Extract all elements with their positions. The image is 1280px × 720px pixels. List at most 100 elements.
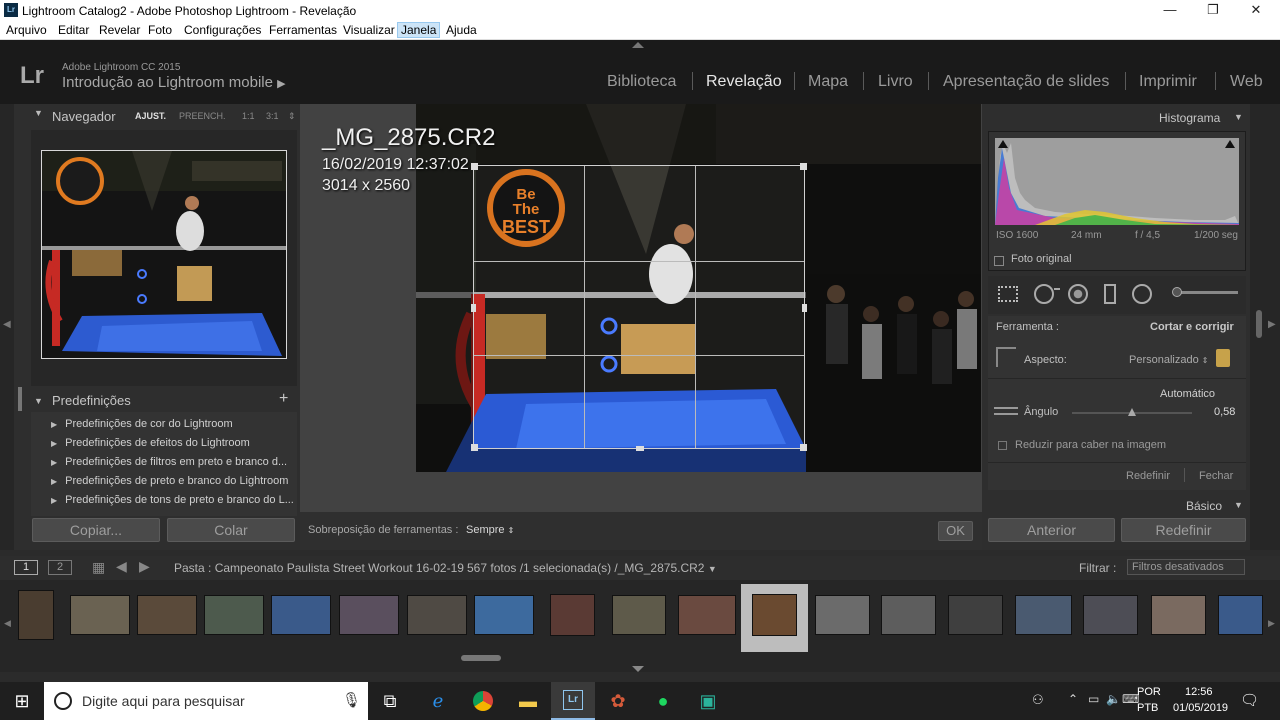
crop-handle[interactable] xyxy=(471,444,478,451)
disclosure-triangle-icon[interactable]: ▼ xyxy=(1234,500,1243,510)
filmstrip-thumb[interactable] xyxy=(137,595,197,635)
auto-straighten-button[interactable]: Automático xyxy=(1160,388,1215,400)
add-preset-icon[interactable]: + xyxy=(279,390,288,408)
filmstrip-thumb[interactable] xyxy=(407,595,467,635)
spot-removal-icon[interactable] xyxy=(1034,284,1054,304)
network-icon[interactable]: ▭ xyxy=(1088,692,1099,706)
photo-count[interactable]: 567 fotos /1 selecionada(s) /_MG_2875.CR… xyxy=(467,561,717,575)
minimize-icon[interactable]: — xyxy=(1150,2,1190,17)
filmstrip-thumb[interactable] xyxy=(474,595,534,635)
crop-frame[interactable] xyxy=(471,163,807,451)
basic-panel-title[interactable]: Básico xyxy=(1186,499,1222,513)
copy-settings-button[interactable]: Copiar... xyxy=(32,518,160,542)
module-livro[interactable]: Livro xyxy=(878,73,913,91)
filmstrip-thumb[interactable] xyxy=(1083,595,1138,635)
right-panel-edge[interactable]: ▶ xyxy=(1250,104,1280,550)
module-mapa[interactable]: Mapa xyxy=(808,73,848,91)
filmstrip-thumb[interactable] xyxy=(271,595,331,635)
filmstrip-thumb[interactable] xyxy=(1015,595,1072,635)
menu-visualizar[interactable]: Visualizar xyxy=(343,23,395,37)
nav-option-fit[interactable]: AJUST. xyxy=(135,111,166,121)
filmstrip-thumb[interactable] xyxy=(1218,595,1263,635)
preset-folder[interactable]: ▶ Predefinições de efeitos do Lightroom xyxy=(51,437,250,449)
shadow-clipping-icon[interactable] xyxy=(998,140,1008,148)
app-icon[interactable]: ▣ xyxy=(686,682,730,720)
notifications-icon[interactable]: 🗨 xyxy=(1240,691,1259,709)
crop-handle[interactable] xyxy=(800,163,807,170)
filmstrip-thumb[interactable] xyxy=(339,595,399,635)
filmstrip-thumb[interactable] xyxy=(70,595,130,635)
aspect-crop-icon[interactable] xyxy=(996,347,1016,367)
filmstrip-thumb[interactable] xyxy=(612,595,666,635)
primary-window-button[interactable]: 1 xyxy=(14,560,38,575)
preset-folder[interactable]: ▶ Predefinições de cor do Lightroom xyxy=(51,418,233,430)
preset-folder[interactable]: ▶ Predefinições de filtros em preto e bra… xyxy=(51,456,287,468)
crop-handle[interactable] xyxy=(636,446,644,451)
filmstrip-thumb[interactable] xyxy=(550,594,595,636)
filmstrip-thumb[interactable] xyxy=(204,595,264,635)
module-web[interactable]: Web xyxy=(1230,73,1263,91)
filter-select[interactable]: Filtros desativados xyxy=(1127,559,1245,575)
edge-browser-icon[interactable]: ℯ xyxy=(416,682,460,720)
crop-close-button[interactable]: Fechar xyxy=(1199,470,1233,482)
windows-start-icon[interactable]: ⊞ xyxy=(0,682,44,720)
crop-handle[interactable] xyxy=(471,304,476,312)
crop-reset-button[interactable]: Redefinir xyxy=(1126,470,1170,482)
angle-value[interactable]: 0,58 xyxy=(1214,406,1235,418)
lightroom-taskbar-icon[interactable]: Lr xyxy=(551,682,595,720)
menu-arquivo[interactable]: Arquivo xyxy=(6,23,47,37)
menu-janela[interactable]: Janela xyxy=(397,22,441,38)
navigator-title[interactable]: Navegador xyxy=(52,109,116,124)
histogram-title[interactable]: Histograma xyxy=(1159,111,1220,125)
taskbar-search[interactable]: Digite aqui para pesquisar 🎙 xyxy=(44,682,368,720)
disclosure-triangle-icon[interactable]: ▼ xyxy=(1234,112,1243,122)
angle-slider-thumb[interactable] xyxy=(1128,408,1136,416)
identity-plate[interactable]: Introdução ao Lightroom mobile ▶ xyxy=(62,74,286,91)
grid-view-icon[interactable]: ▦ xyxy=(92,559,105,576)
filmstrip-left-arrow-icon[interactable]: ◀ xyxy=(4,618,11,629)
collapse-top-panel-icon[interactable] xyxy=(632,42,644,48)
menu-ajuda[interactable]: Ajuda xyxy=(446,23,477,37)
clock-time[interactable]: 12:56 xyxy=(1185,686,1213,698)
language-code[interactable]: POR xyxy=(1137,686,1161,698)
crop-handle[interactable] xyxy=(802,304,807,312)
file-explorer-icon[interactable]: ▬ xyxy=(506,682,550,720)
filmstrip-right-arrow-icon[interactable]: ▶ xyxy=(1268,618,1275,629)
preset-folder[interactable]: ▶ Predefinições de preto e branco do Ligh… xyxy=(51,475,288,487)
ok-button[interactable]: OK xyxy=(938,521,973,541)
filmstrip-thumb-selected[interactable] xyxy=(752,594,797,636)
disclosure-triangle-icon[interactable]: ▼ xyxy=(34,108,43,118)
constrain-checkbox[interactable] xyxy=(998,441,1007,450)
secondary-window-button[interactable]: 2 xyxy=(48,560,72,575)
angle-slider[interactable] xyxy=(1072,408,1192,416)
forward-arrow-icon[interactable]: ▶ xyxy=(139,558,150,575)
spotify-icon[interactable]: ● xyxy=(641,682,685,720)
filmstrip-thumb[interactable] xyxy=(948,595,1003,635)
original-photo-checkbox[interactable] xyxy=(994,256,1004,266)
collapse-left-panel-icon[interactable]: ◀ xyxy=(3,319,11,330)
left-panel-edge[interactable]: ◀ xyxy=(0,104,14,550)
filmstrip-thumb[interactable] xyxy=(881,595,936,635)
right-scrollbar[interactable] xyxy=(1256,310,1262,338)
task-view-icon[interactable]: ⧉ xyxy=(368,682,412,720)
menu-configuracoes[interactable]: Configurações xyxy=(184,23,261,37)
folder-path[interactable]: Pasta : Campeonato Paulista Street Worko… xyxy=(174,561,464,575)
maximize-icon[interactable]: ❐ xyxy=(1193,2,1233,18)
collapse-right-panel-icon[interactable]: ▶ xyxy=(1268,319,1276,330)
straighten-tool-icon[interactable] xyxy=(994,407,1018,415)
main-photo[interactable]: Be The BEST xyxy=(416,104,981,472)
nav-zoom-stepper-icon[interactable]: ⇕ xyxy=(288,111,296,122)
nav-option-3-1[interactable]: 3:1 xyxy=(266,111,279,121)
paste-settings-button[interactable]: Colar xyxy=(167,518,295,542)
lock-icon[interactable] xyxy=(1216,349,1230,367)
presets-title[interactable]: Predefinições xyxy=(52,393,131,408)
filmstrip-thumb[interactable] xyxy=(678,595,736,635)
nav-option-1-1[interactable]: 1:1 xyxy=(242,111,255,121)
filmstrip-thumb[interactable] xyxy=(1151,595,1206,635)
close-icon[interactable]: ✕ xyxy=(1236,2,1276,18)
graduated-filter-icon[interactable] xyxy=(1104,284,1116,304)
navigator-preview[interactable] xyxy=(41,150,287,359)
filmstrip-thumb[interactable] xyxy=(815,595,870,635)
menu-editar[interactable]: Editar xyxy=(58,23,89,37)
filmstrip-thumb[interactable] xyxy=(18,590,54,640)
